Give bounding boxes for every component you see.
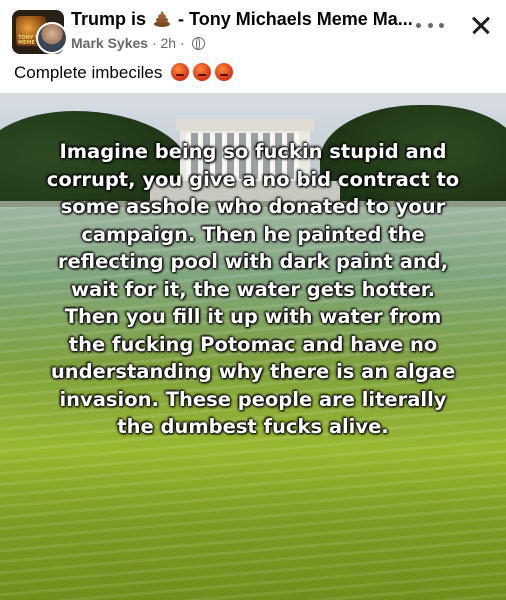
image-overlay-text: Imagine being so fuckin stupid and corru… <box>46 140 460 438</box>
more-options-button[interactable] <box>416 18 444 32</box>
group-name: - Tony Michaels Meme Ma... <box>178 9 413 29</box>
angry-emoji-icon <box>171 63 190 81</box>
user-avatar[interactable] <box>36 22 68 54</box>
title-text: Trump is <box>71 9 147 29</box>
more-icon-dot <box>427 22 433 28</box>
angry-emoji-icon <box>193 63 212 81</box>
memorial-roof <box>176 119 314 131</box>
post-caption: Complete imbeciles <box>14 63 234 83</box>
post-meta: Mark Sykes · 2h · <box>71 35 205 51</box>
caption-text: Complete imbeciles <box>14 63 163 82</box>
post-time[interactable]: · 2h · <box>152 35 185 51</box>
globe-icon <box>191 37 205 50</box>
more-icon-dot <box>439 22 444 28</box>
more-icon <box>416 22 421 28</box>
post-header: TONY MICHAELS MEME Trump is - Tony Micha… <box>0 0 506 58</box>
post-title[interactable]: Trump is - Tony Michaels Meme Ma... <box>71 9 416 30</box>
poop-emoji-icon <box>154 11 171 27</box>
author-name[interactable]: Mark Sykes <box>71 35 148 51</box>
close-button[interactable] <box>466 10 496 40</box>
angry-emoji-icon <box>215 63 234 81</box>
